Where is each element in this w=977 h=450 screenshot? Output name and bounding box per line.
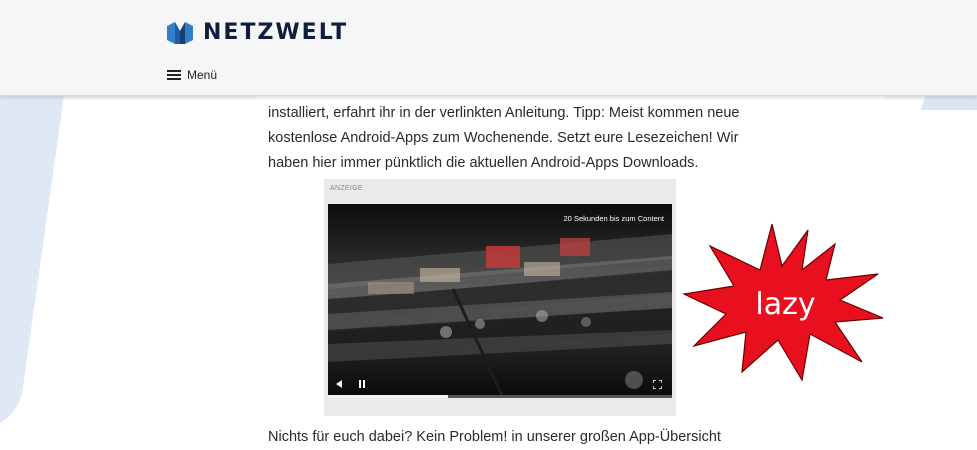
hamburger-icon — [167, 70, 181, 80]
video-progress-fill — [328, 395, 449, 398]
article-line: installiert, erfahrt ihr in der verlinkt… — [268, 105, 740, 121]
play-back-icon[interactable] — [336, 380, 342, 388]
menu-label: Menü — [187, 68, 218, 82]
lazy-badge: lazy — [680, 222, 885, 382]
pause-icon[interactable] — [358, 380, 366, 388]
article-line: haben hier immer pünktlich die aktuellen… — [268, 155, 699, 171]
article-line: kostenlose Android-Apps zum Wochenende. … — [268, 130, 739, 146]
netzwelt-logo-icon — [167, 21, 193, 44]
brand-name: NETZWELT — [203, 20, 349, 45]
ad-container: ANZEIGE 20 Sekunden bis zum Content — [324, 179, 676, 416]
site-logo[interactable]: NETZWELT — [167, 20, 348, 45]
video-frame-image — [328, 204, 672, 398]
skip-countdown-text: 20 Sekunden bis zum Content — [563, 214, 664, 223]
video-progress-bar[interactable] — [328, 395, 672, 398]
article-paragraph: installiert, erfahrt ihr in der verlinkt… — [268, 101, 868, 176]
site-header: NETZWELT Menü — [0, 0, 977, 96]
fullscreen-icon[interactable] — [653, 380, 662, 389]
lazy-badge-text: lazy — [755, 286, 816, 322]
menu-button[interactable]: Menü — [167, 68, 217, 82]
ad-label: ANZEIGE — [330, 185, 363, 192]
header-inner: NETZWELT Menü — [162, 0, 962, 95]
ad-video-player[interactable]: 20 Sekunden bis zum Content — [328, 204, 672, 398]
